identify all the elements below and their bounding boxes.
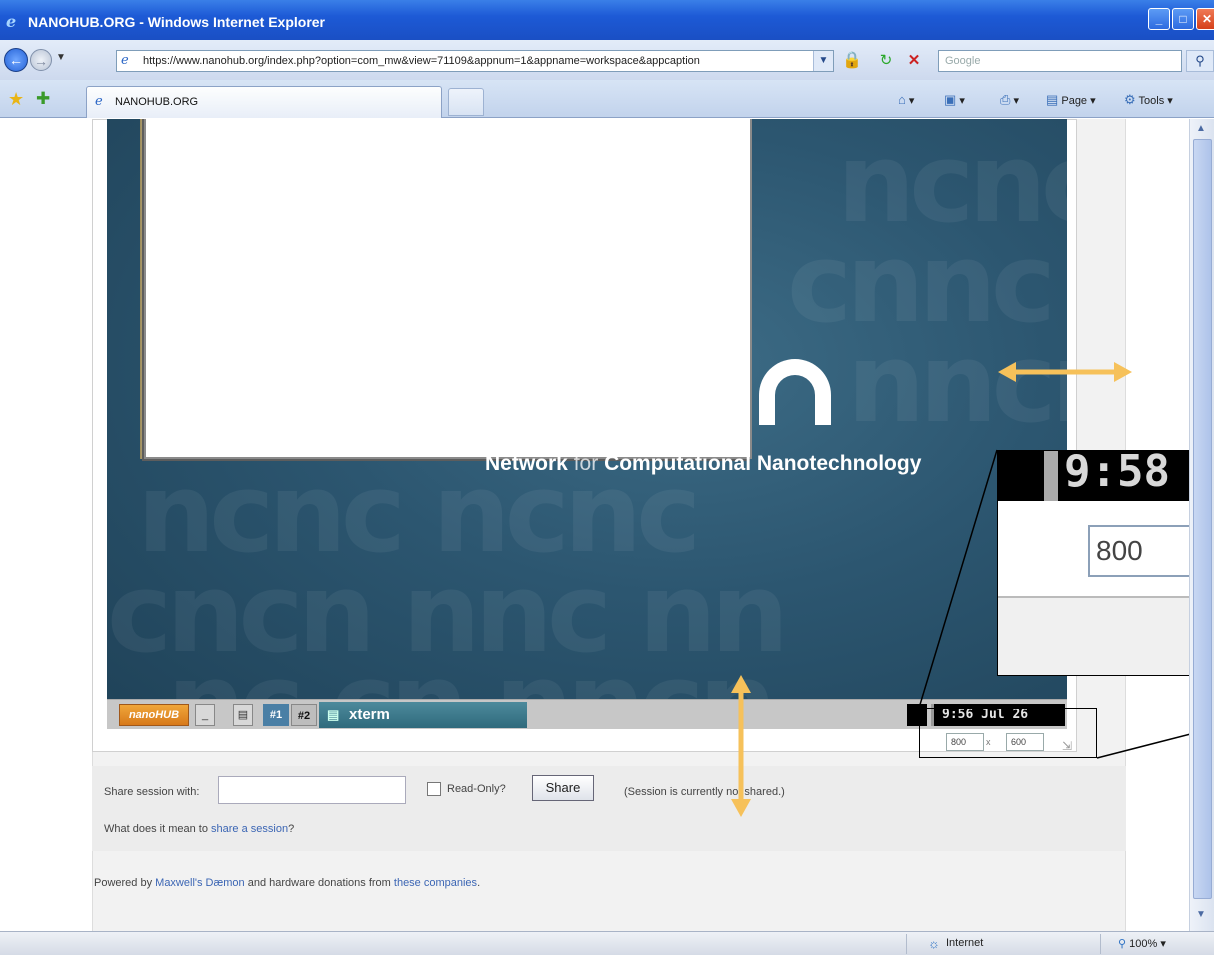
status-bar: ☼ Internet ⚲ 100% ▾ — [0, 931, 1214, 955]
callout-lines — [918, 449, 1214, 759]
zoom-icon: ⚲ — [1118, 938, 1127, 950]
vertical-resize-arrow-icon — [731, 675, 751, 817]
zoom-level[interactable]: ⚲ 100% ▾ — [1118, 937, 1166, 950]
status-separator — [906, 934, 907, 954]
vertical-scrollbar[interactable]: ▲ ▼ — [1189, 119, 1214, 931]
zone-label: Internet — [946, 937, 984, 949]
status-separator — [1100, 934, 1101, 954]
callout-line-left — [918, 449, 998, 709]
scroll-down-icon[interactable]: ▼ — [1196, 909, 1206, 920]
horizontal-resize-arrow-icon — [998, 362, 1132, 382]
security-zone[interactable]: ☼ Internet — [928, 936, 984, 951]
scroll-thumb[interactable] — [1193, 139, 1212, 899]
zoom-label: 100% — [1129, 938, 1158, 950]
scroll-up-icon[interactable]: ▲ — [1196, 123, 1206, 134]
globe-icon: ☼ — [928, 936, 940, 951]
